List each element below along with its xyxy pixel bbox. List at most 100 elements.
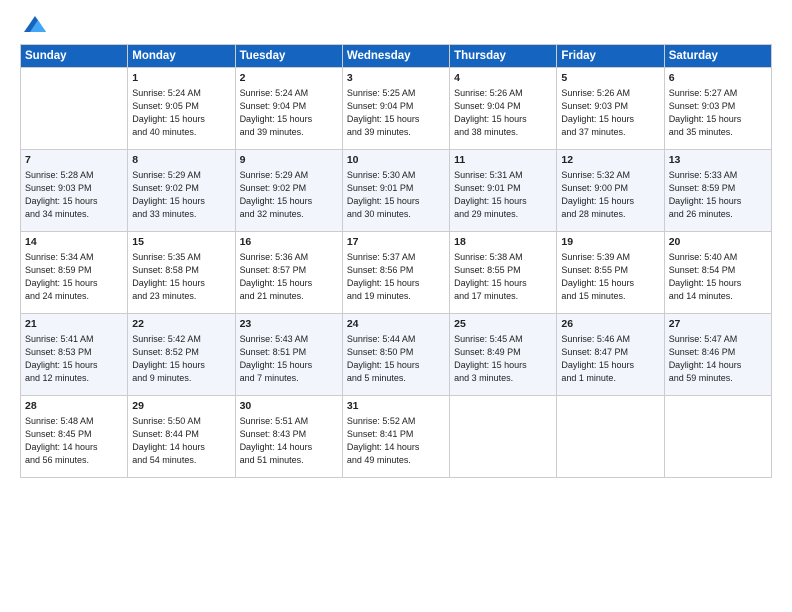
week-row-2: 7Sunrise: 5:28 AM Sunset: 9:03 PM Daylig… bbox=[21, 150, 772, 232]
day-number: 11 bbox=[454, 153, 552, 168]
calendar-cell: 31Sunrise: 5:52 AM Sunset: 8:41 PM Dayli… bbox=[342, 396, 449, 478]
day-info: Sunrise: 5:42 AM Sunset: 8:52 PM Dayligh… bbox=[132, 333, 230, 385]
col-sunday: Sunday bbox=[21, 45, 128, 68]
calendar-cell: 6Sunrise: 5:27 AM Sunset: 9:03 PM Daylig… bbox=[664, 68, 771, 150]
day-number: 24 bbox=[347, 317, 445, 332]
logo bbox=[20, 16, 46, 36]
day-number: 16 bbox=[240, 235, 338, 250]
col-wednesday: Wednesday bbox=[342, 45, 449, 68]
calendar-cell: 28Sunrise: 5:48 AM Sunset: 8:45 PM Dayli… bbox=[21, 396, 128, 478]
day-info: Sunrise: 5:43 AM Sunset: 8:51 PM Dayligh… bbox=[240, 333, 338, 385]
calendar-cell: 29Sunrise: 5:50 AM Sunset: 8:44 PM Dayli… bbox=[128, 396, 235, 478]
day-number: 27 bbox=[669, 317, 767, 332]
calendar-cell: 2Sunrise: 5:24 AM Sunset: 9:04 PM Daylig… bbox=[235, 68, 342, 150]
day-info: Sunrise: 5:32 AM Sunset: 9:00 PM Dayligh… bbox=[561, 169, 659, 221]
calendar-cell: 26Sunrise: 5:46 AM Sunset: 8:47 PM Dayli… bbox=[557, 314, 664, 396]
day-number: 10 bbox=[347, 153, 445, 168]
calendar-cell: 18Sunrise: 5:38 AM Sunset: 8:55 PM Dayli… bbox=[450, 232, 557, 314]
header-row: Sunday Monday Tuesday Wednesday Thursday… bbox=[21, 45, 772, 68]
day-info: Sunrise: 5:35 AM Sunset: 8:58 PM Dayligh… bbox=[132, 251, 230, 303]
calendar-cell: 9Sunrise: 5:29 AM Sunset: 9:02 PM Daylig… bbox=[235, 150, 342, 232]
day-number: 9 bbox=[240, 153, 338, 168]
calendar-cell: 17Sunrise: 5:37 AM Sunset: 8:56 PM Dayli… bbox=[342, 232, 449, 314]
calendar-cell: 16Sunrise: 5:36 AM Sunset: 8:57 PM Dayli… bbox=[235, 232, 342, 314]
header bbox=[20, 16, 772, 36]
day-number: 4 bbox=[454, 71, 552, 86]
day-info: Sunrise: 5:47 AM Sunset: 8:46 PM Dayligh… bbox=[669, 333, 767, 385]
calendar-cell: 19Sunrise: 5:39 AM Sunset: 8:55 PM Dayli… bbox=[557, 232, 664, 314]
day-number: 20 bbox=[669, 235, 767, 250]
day-info: Sunrise: 5:41 AM Sunset: 8:53 PM Dayligh… bbox=[25, 333, 123, 385]
day-number: 22 bbox=[132, 317, 230, 332]
day-number: 29 bbox=[132, 399, 230, 414]
day-info: Sunrise: 5:29 AM Sunset: 9:02 PM Dayligh… bbox=[132, 169, 230, 221]
calendar-cell: 12Sunrise: 5:32 AM Sunset: 9:00 PM Dayli… bbox=[557, 150, 664, 232]
day-number: 2 bbox=[240, 71, 338, 86]
day-info: Sunrise: 5:51 AM Sunset: 8:43 PM Dayligh… bbox=[240, 415, 338, 467]
calendar-cell: 11Sunrise: 5:31 AM Sunset: 9:01 PM Dayli… bbox=[450, 150, 557, 232]
day-info: Sunrise: 5:37 AM Sunset: 8:56 PM Dayligh… bbox=[347, 251, 445, 303]
page-container: Sunday Monday Tuesday Wednesday Thursday… bbox=[0, 0, 792, 488]
week-row-3: 14Sunrise: 5:34 AM Sunset: 8:59 PM Dayli… bbox=[21, 232, 772, 314]
day-info: Sunrise: 5:48 AM Sunset: 8:45 PM Dayligh… bbox=[25, 415, 123, 467]
day-number: 28 bbox=[25, 399, 123, 414]
calendar-cell: 22Sunrise: 5:42 AM Sunset: 8:52 PM Dayli… bbox=[128, 314, 235, 396]
day-number: 26 bbox=[561, 317, 659, 332]
calendar-cell: 14Sunrise: 5:34 AM Sunset: 8:59 PM Dayli… bbox=[21, 232, 128, 314]
calendar-cell bbox=[21, 68, 128, 150]
calendar-cell: 4Sunrise: 5:26 AM Sunset: 9:04 PM Daylig… bbox=[450, 68, 557, 150]
day-number: 31 bbox=[347, 399, 445, 414]
day-info: Sunrise: 5:29 AM Sunset: 9:02 PM Dayligh… bbox=[240, 169, 338, 221]
day-info: Sunrise: 5:24 AM Sunset: 9:04 PM Dayligh… bbox=[240, 87, 338, 139]
day-number: 7 bbox=[25, 153, 123, 168]
day-number: 30 bbox=[240, 399, 338, 414]
calendar-cell: 27Sunrise: 5:47 AM Sunset: 8:46 PM Dayli… bbox=[664, 314, 771, 396]
day-number: 23 bbox=[240, 317, 338, 332]
week-row-5: 28Sunrise: 5:48 AM Sunset: 8:45 PM Dayli… bbox=[21, 396, 772, 478]
calendar-cell bbox=[557, 396, 664, 478]
day-info: Sunrise: 5:44 AM Sunset: 8:50 PM Dayligh… bbox=[347, 333, 445, 385]
day-info: Sunrise: 5:45 AM Sunset: 8:49 PM Dayligh… bbox=[454, 333, 552, 385]
calendar-cell: 8Sunrise: 5:29 AM Sunset: 9:02 PM Daylig… bbox=[128, 150, 235, 232]
day-info: Sunrise: 5:46 AM Sunset: 8:47 PM Dayligh… bbox=[561, 333, 659, 385]
day-number: 8 bbox=[132, 153, 230, 168]
col-tuesday: Tuesday bbox=[235, 45, 342, 68]
day-info: Sunrise: 5:50 AM Sunset: 8:44 PM Dayligh… bbox=[132, 415, 230, 467]
calendar-cell: 30Sunrise: 5:51 AM Sunset: 8:43 PM Dayli… bbox=[235, 396, 342, 478]
day-number: 17 bbox=[347, 235, 445, 250]
day-number: 21 bbox=[25, 317, 123, 332]
calendar-cell: 3Sunrise: 5:25 AM Sunset: 9:04 PM Daylig… bbox=[342, 68, 449, 150]
calendar-cell: 7Sunrise: 5:28 AM Sunset: 9:03 PM Daylig… bbox=[21, 150, 128, 232]
col-friday: Friday bbox=[557, 45, 664, 68]
day-info: Sunrise: 5:52 AM Sunset: 8:41 PM Dayligh… bbox=[347, 415, 445, 467]
calendar-cell: 20Sunrise: 5:40 AM Sunset: 8:54 PM Dayli… bbox=[664, 232, 771, 314]
day-info: Sunrise: 5:27 AM Sunset: 9:03 PM Dayligh… bbox=[669, 87, 767, 139]
calendar-cell: 10Sunrise: 5:30 AM Sunset: 9:01 PM Dayli… bbox=[342, 150, 449, 232]
col-thursday: Thursday bbox=[450, 45, 557, 68]
calendar-cell bbox=[450, 396, 557, 478]
day-number: 15 bbox=[132, 235, 230, 250]
calendar-table: Sunday Monday Tuesday Wednesday Thursday… bbox=[20, 44, 772, 478]
day-info: Sunrise: 5:34 AM Sunset: 8:59 PM Dayligh… bbox=[25, 251, 123, 303]
calendar-cell: 15Sunrise: 5:35 AM Sunset: 8:58 PM Dayli… bbox=[128, 232, 235, 314]
day-info: Sunrise: 5:28 AM Sunset: 9:03 PM Dayligh… bbox=[25, 169, 123, 221]
day-info: Sunrise: 5:26 AM Sunset: 9:03 PM Dayligh… bbox=[561, 87, 659, 139]
day-number: 13 bbox=[669, 153, 767, 168]
day-info: Sunrise: 5:38 AM Sunset: 8:55 PM Dayligh… bbox=[454, 251, 552, 303]
day-info: Sunrise: 5:36 AM Sunset: 8:57 PM Dayligh… bbox=[240, 251, 338, 303]
calendar-cell: 25Sunrise: 5:45 AM Sunset: 8:49 PM Dayli… bbox=[450, 314, 557, 396]
calendar-cell: 1Sunrise: 5:24 AM Sunset: 9:05 PM Daylig… bbox=[128, 68, 235, 150]
calendar-cell: 5Sunrise: 5:26 AM Sunset: 9:03 PM Daylig… bbox=[557, 68, 664, 150]
col-saturday: Saturday bbox=[664, 45, 771, 68]
day-info: Sunrise: 5:26 AM Sunset: 9:04 PM Dayligh… bbox=[454, 87, 552, 139]
day-info: Sunrise: 5:39 AM Sunset: 8:55 PM Dayligh… bbox=[561, 251, 659, 303]
calendar-cell: 21Sunrise: 5:41 AM Sunset: 8:53 PM Dayli… bbox=[21, 314, 128, 396]
day-info: Sunrise: 5:40 AM Sunset: 8:54 PM Dayligh… bbox=[669, 251, 767, 303]
day-info: Sunrise: 5:24 AM Sunset: 9:05 PM Dayligh… bbox=[132, 87, 230, 139]
week-row-4: 21Sunrise: 5:41 AM Sunset: 8:53 PM Dayli… bbox=[21, 314, 772, 396]
calendar-cell: 24Sunrise: 5:44 AM Sunset: 8:50 PM Dayli… bbox=[342, 314, 449, 396]
calendar-cell: 23Sunrise: 5:43 AM Sunset: 8:51 PM Dayli… bbox=[235, 314, 342, 396]
day-number: 25 bbox=[454, 317, 552, 332]
day-info: Sunrise: 5:33 AM Sunset: 8:59 PM Dayligh… bbox=[669, 169, 767, 221]
day-number: 1 bbox=[132, 71, 230, 86]
